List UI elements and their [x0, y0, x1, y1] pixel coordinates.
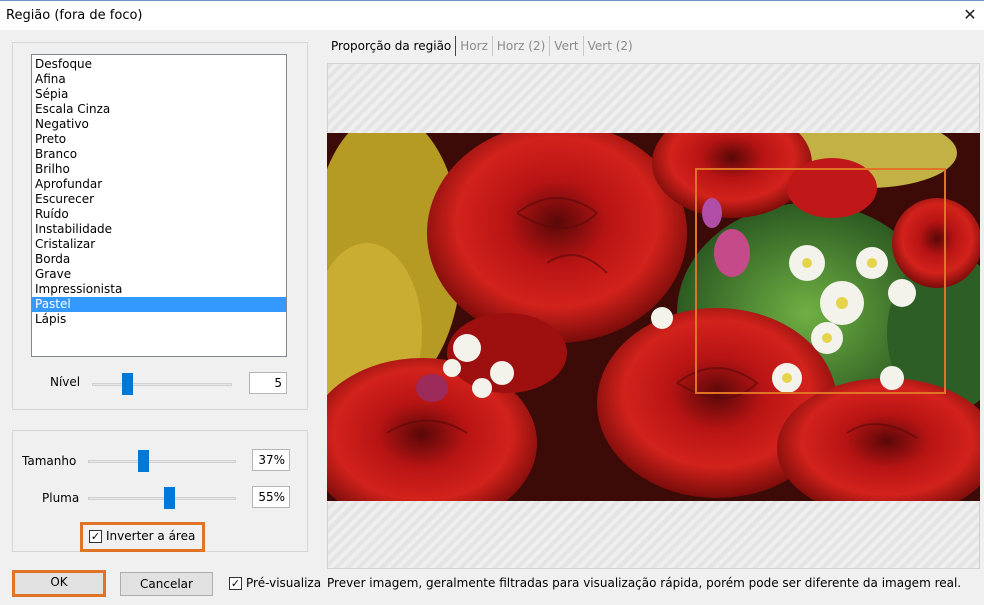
preview-hint: Prever imagem, geralmente filtradas para… — [327, 576, 962, 590]
checkmark-icon: ✓ — [89, 529, 102, 543]
effect-list-item[interactable]: Sépia — [32, 87, 286, 102]
pluma-slider[interactable] — [88, 486, 236, 510]
title-bar: Região (fora de foco) ✕ — [0, 0, 984, 30]
tab-horz-2[interactable]: Horz (2) — [491, 36, 549, 56]
preview-label: Pré-visualiza — [246, 576, 322, 590]
tab-vert[interactable]: Vert — [549, 36, 582, 56]
effect-list-item[interactable]: Brilho — [32, 162, 286, 177]
effect-list-item[interactable]: Escurecer — [32, 192, 286, 207]
nivel-value[interactable]: 5 — [249, 372, 287, 394]
effect-list-item[interactable]: Desfoque — [32, 57, 286, 72]
effect-list-item[interactable]: Branco — [32, 147, 286, 162]
effect-list-item[interactable]: Cristalizar — [32, 237, 286, 252]
effect-list-item[interactable]: Negativo — [32, 117, 286, 132]
tamanho-slider[interactable] — [88, 449, 236, 473]
region-tabs: Proporção da região Horz Horz (2) Vert V… — [327, 34, 637, 58]
effect-list-item[interactable]: Preto — [32, 132, 286, 147]
close-icon[interactable]: ✕ — [960, 4, 980, 26]
effect-list-item[interactable]: Lápis — [32, 312, 286, 327]
tab-horz[interactable]: Horz — [456, 36, 492, 56]
tamanho-slider-track — [88, 460, 236, 463]
invert-checkbox[interactable]: ✓ Inverter a área — [89, 529, 195, 543]
nivel-slider[interactable] — [92, 372, 232, 396]
effect-list-item[interactable]: Instabilidade — [32, 222, 286, 237]
effect-list-item[interactable]: Pastel — [32, 297, 286, 312]
preview-checkbox[interactable]: ✓ Pré-visualiza — [229, 576, 321, 590]
selection-rectangle[interactable] — [695, 168, 946, 394]
window-title: Região (fora de foco) — [6, 8, 143, 23]
nivel-slider-thumb[interactable] — [122, 373, 133, 395]
effect-list-item[interactable]: Afina — [32, 72, 286, 87]
tamanho-label: Tamanho — [22, 454, 77, 468]
nivel-label: Nível — [50, 375, 81, 389]
pluma-value[interactable]: 55% — [252, 486, 290, 508]
effect-list-item[interactable]: Borda — [32, 252, 286, 267]
effect-list-item[interactable]: Escala Cinza — [32, 102, 286, 117]
tab-proporcao[interactable]: Proporção da região — [327, 36, 457, 56]
tamanho-value[interactable]: 37% — [252, 449, 290, 471]
pluma-slider-thumb[interactable] — [164, 487, 176, 509]
cancel-button[interactable]: Cancelar — [120, 572, 213, 596]
effects-listbox[interactable]: Desfoque Afina Sépia Escala Cinza Negativo Pr… — [31, 54, 287, 357]
ok-button[interactable]: OK — [12, 570, 106, 597]
pluma-label: Pluma — [42, 491, 80, 505]
tamanho-slider-thumb[interactable] — [137, 450, 149, 472]
tab-vert-2[interactable]: Vert (2) — [582, 36, 637, 56]
effect-list-item[interactable]: Grave — [32, 267, 286, 282]
pluma-slider-track — [88, 497, 236, 500]
nivel-slider-track — [92, 383, 232, 386]
effect-list-item[interactable]: Impressionista — [32, 282, 286, 297]
invert-label: Inverter a área — [106, 529, 196, 543]
effect-list-item[interactable]: Ruído — [32, 207, 286, 222]
checkmark-icon: ✓ — [229, 576, 242, 590]
effect-list-item[interactable]: Aprofundar — [32, 177, 286, 192]
